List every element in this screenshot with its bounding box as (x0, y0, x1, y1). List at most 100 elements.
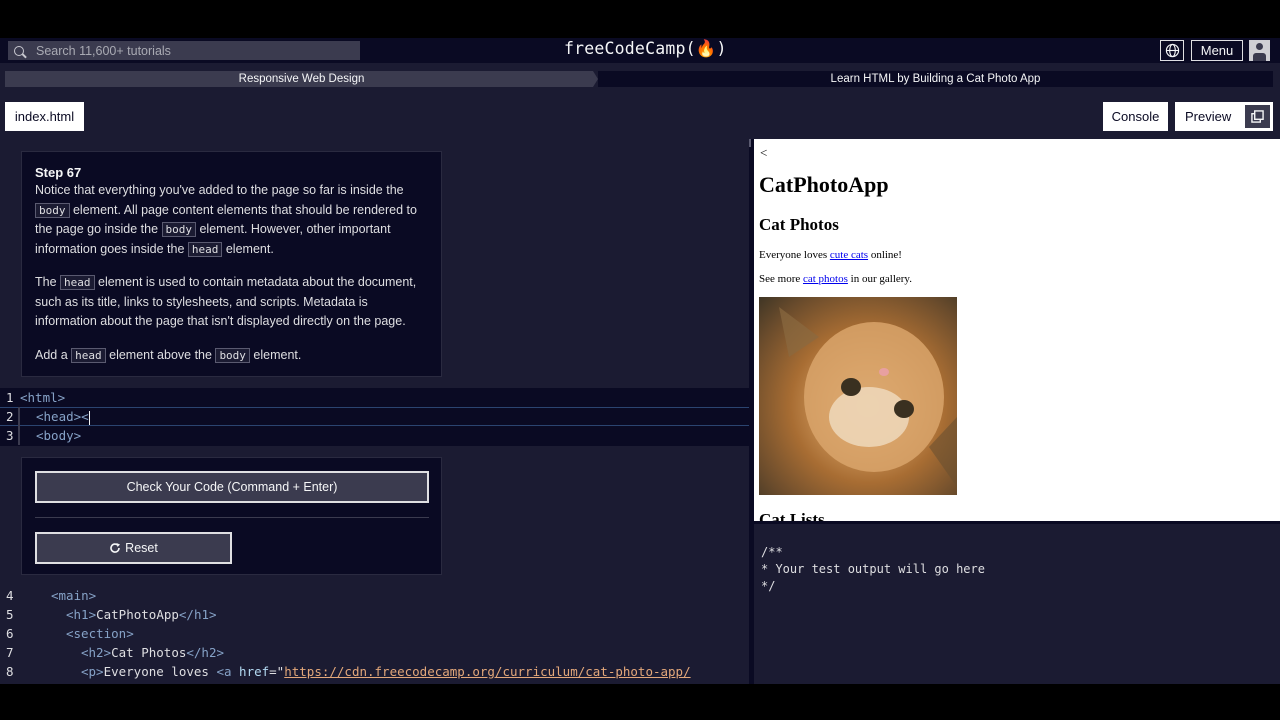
code-text: <body> (36, 428, 82, 443)
line-number: 6 (6, 626, 14, 641)
avatar[interactable] (1249, 40, 1270, 61)
line-number: 7 (6, 645, 14, 660)
code-editor[interactable]: Step 67 Notice that everything you've ad… (0, 139, 751, 684)
preview-button[interactable]: Preview (1175, 102, 1273, 131)
tag: </h2> (186, 645, 225, 660)
text: The (35, 275, 61, 289)
code-line-active[interactable]: 2 <head>< (0, 407, 751, 426)
breadcrumb-bar: Responsive Web Design Learn HTML by Buil… (5, 71, 1273, 87)
description-paragraph-1: Notice that everything you've added to t… (35, 181, 428, 259)
line-number: 3 (6, 428, 14, 443)
freecodecamp-logo[interactable]: freeCodeCamp(🔥) (564, 39, 727, 59)
description-paragraph-2: The head element is used to contain meta… (35, 273, 428, 332)
text: =" (269, 664, 285, 679)
attribute: href (239, 664, 270, 679)
code-text: <h2>Cat Photos</h2> (81, 643, 224, 662)
preview-pane[interactable]: < CatPhotoApp Cat Photos Everyone loves … (754, 139, 1280, 521)
preview-label: Preview (1185, 109, 1232, 124)
console-line: */ (761, 579, 776, 593)
code-text: <main> (51, 588, 97, 603)
tag-bracket: < (20, 390, 28, 405)
text: Everyone loves (759, 249, 830, 261)
code-line: 5 <h1>CatPhotoApp</h1> (0, 605, 751, 624)
tab-row: index.html Console Preview (0, 95, 1280, 139)
inline-code: head (60, 275, 95, 290)
code-text: <section> (66, 626, 134, 641)
tag: <h1> (66, 607, 97, 622)
preview-paragraph: Everyone loves cute cats online! (759, 249, 902, 261)
divider (35, 517, 429, 518)
text: in our gallery. (847, 273, 912, 285)
cute-cats-link[interactable]: cute cats (830, 249, 868, 261)
text: Add a (35, 347, 72, 362)
action-card: Check Your Code (Command + Enter) Reset (21, 457, 442, 575)
console-line: * Your test output will go here (761, 562, 985, 576)
step-description-card: Step 67 Notice that everything you've ad… (21, 151, 442, 377)
avatar-body (1253, 53, 1266, 61)
text: Everyone loves (103, 664, 217, 679)
code-text: <h1>CatPhotoApp</h1> (66, 605, 217, 624)
cat-photos-link[interactable]: cat photos (803, 273, 848, 285)
reset-label: Reset (125, 541, 158, 555)
code-line: 7 <h2>Cat Photos</h2> (0, 643, 751, 662)
tag: <p> (81, 664, 104, 679)
code-line[interactable]: 3 <body> (0, 426, 751, 445)
text: online! (868, 249, 902, 261)
tag-bracket: > (57, 390, 66, 405)
breadcrumb: Responsive Web Design Learn HTML by Buil… (0, 63, 1280, 95)
read-only-code[interactable]: 4 <main> 5 <h1>CatPhotoApp</h1> 6 <secti… (0, 586, 751, 684)
line-number: 2 (6, 409, 14, 424)
line-number: 8 (6, 664, 14, 679)
line-number: 1 (6, 390, 14, 405)
tag: <a (216, 664, 240, 679)
text: element above the (105, 347, 216, 362)
code-line: 4 <main> (0, 586, 751, 605)
cat-illustration (779, 307, 957, 487)
preview-paragraph: See more cat photos in our gallery. (759, 273, 912, 285)
text: element. (249, 347, 302, 362)
code-line: 8 <p>Everyone loves <a href="https://cdn… (0, 662, 751, 681)
text-cursor (88, 410, 90, 425)
preview-heading-2: Cat Lists (759, 510, 825, 521)
preview-heading-1: CatPhotoApp (759, 172, 889, 197)
url-string: https://cdn.freecodecamp.org/curriculum/… (284, 664, 691, 679)
text: CatPhotoApp (96, 607, 179, 622)
code-line: 6 <section> (0, 624, 751, 643)
console-button[interactable]: Console (1103, 102, 1168, 131)
test-output-console: /** * Your test output will go here */ (754, 521, 1280, 684)
line-number: 4 (6, 588, 14, 603)
search-icon (14, 45, 24, 56)
text: See more (759, 273, 803, 285)
preview-window-button[interactable] (1245, 105, 1270, 128)
code-text: <p>Everyone loves <a href="https://cdn.f… (81, 662, 691, 681)
code-text: <html> (20, 388, 65, 407)
search-placeholder: Search 11,600+ tutorials (36, 43, 171, 58)
description-paragraph-3: Add a head element above the body elemen… (35, 346, 428, 366)
tag: <h2> (81, 645, 112, 660)
text: Notice that everything you've added to t… (35, 183, 404, 197)
menu-button[interactable]: Menu (1191, 40, 1243, 61)
tag-name: html (27, 390, 58, 405)
preview-stray-text: < (760, 145, 768, 160)
editable-code-region[interactable]: 1 <html> 2 <head>< 3 <body> (0, 388, 751, 446)
reset-button[interactable]: Reset (35, 532, 232, 564)
inline-code: body (215, 347, 250, 363)
tab-index-html[interactable]: index.html (5, 102, 84, 131)
external-window-icon (1251, 110, 1264, 123)
breadcrumb-block[interactable]: Learn HTML by Building a Cat Photo App (598, 71, 1273, 87)
text: element. (222, 241, 274, 256)
check-code-button[interactable]: Check Your Code (Command + Enter) (35, 471, 429, 503)
step-title: Step 67 (35, 165, 82, 180)
search-input[interactable]: Search 11,600+ tutorials (8, 41, 360, 60)
inline-code: head (187, 241, 223, 257)
tag: </h1> (178, 607, 217, 622)
language-button[interactable] (1160, 40, 1184, 61)
text: Cat Photos (111, 645, 187, 660)
breadcrumb-superblock[interactable]: Responsive Web Design (5, 71, 598, 87)
inline-code: body (35, 202, 70, 218)
cat-photo-image[interactable] (759, 297, 957, 495)
console-line: /** (761, 545, 783, 559)
drag-handle[interactable] (749, 139, 751, 147)
code-line[interactable]: 1 <html> (0, 388, 751, 407)
avatar-head (1256, 43, 1263, 50)
